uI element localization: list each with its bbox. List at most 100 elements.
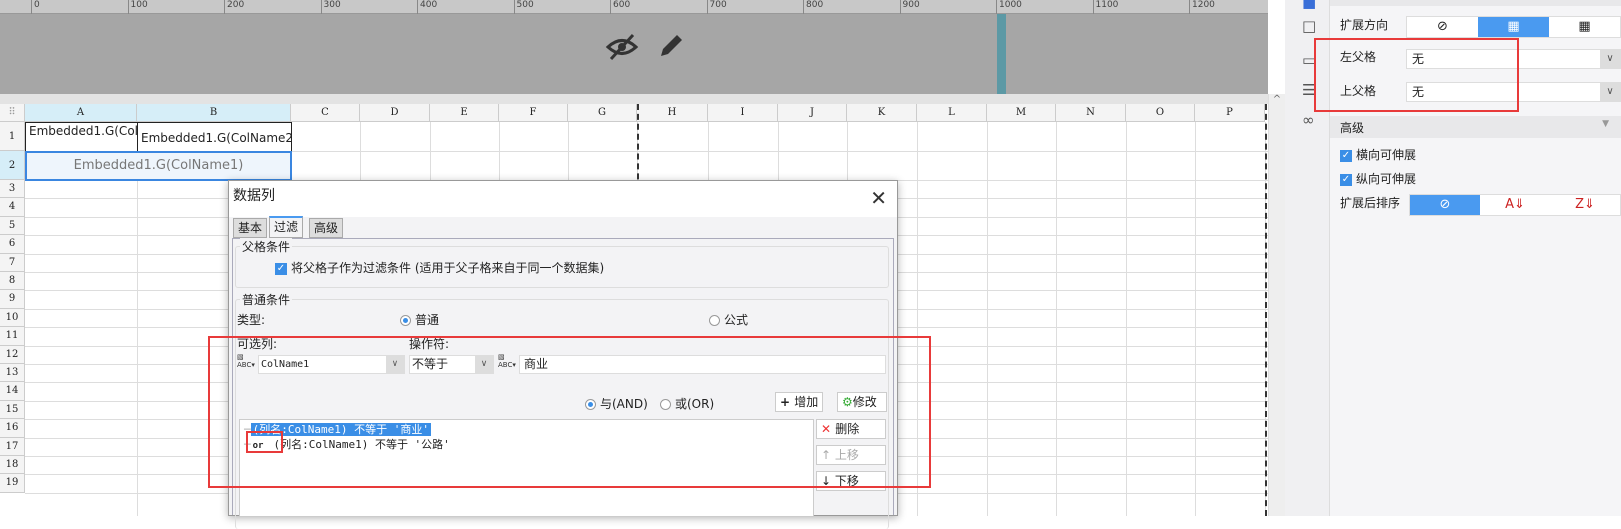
chevron-down-icon: ∨ bbox=[1600, 50, 1620, 68]
row-header-13[interactable]: 13 bbox=[0, 364, 25, 383]
edit-pencil-icon[interactable] bbox=[657, 30, 685, 60]
ruler-tick: 900 bbox=[899, 0, 920, 14]
row-header-12[interactable]: 12 bbox=[0, 345, 25, 364]
advanced-section-header[interactable]: 高级 ▼ bbox=[1330, 116, 1621, 138]
row-header-9[interactable]: 9 bbox=[0, 290, 25, 309]
sort-descending-icon[interactable]: Z⇓ bbox=[1550, 195, 1620, 215]
type-normal-radio[interactable]: 普通 bbox=[400, 311, 439, 328]
no-sort-icon[interactable]: ⊘ bbox=[1410, 195, 1480, 215]
no-expand-icon[interactable]: ⊘ bbox=[1407, 17, 1478, 37]
ruler-tick: 400 bbox=[417, 0, 437, 14]
row-header-18[interactable]: 18 bbox=[0, 456, 25, 475]
column-header-G[interactable]: G bbox=[568, 104, 637, 122]
horizontal-expand-icon[interactable]: ▦ bbox=[1549, 17, 1620, 37]
type-label: 类型: bbox=[237, 313, 266, 327]
radio-selected-icon bbox=[400, 315, 411, 326]
row-header-17[interactable]: 17 bbox=[0, 437, 25, 456]
vertical-scrollbar[interactable]: ^ bbox=[1268, 94, 1285, 516]
type-normal-label: 普通 bbox=[415, 313, 440, 327]
ruler-tick: 1200 bbox=[1189, 0, 1215, 14]
cell-B1[interactable]: Embedded1.G(ColName2) bbox=[137, 122, 292, 152]
column-header-N[interactable]: N bbox=[1056, 104, 1126, 122]
hyperlink-icon[interactable]: ∞ bbox=[1302, 112, 1318, 128]
row-header-6[interactable]: 6 bbox=[0, 235, 25, 254]
column-header-E[interactable]: E bbox=[430, 104, 499, 122]
cell-A2[interactable]: Embedded1.G(ColName1) bbox=[25, 151, 292, 181]
parent-condition-group: 父格条件 ✓ 将父格子作为过滤条件 (适用于父子格来自于同一个数据集) bbox=[235, 238, 889, 288]
type-formula-radio[interactable]: 公式 bbox=[709, 311, 748, 328]
report-header-area bbox=[0, 14, 1268, 94]
row-header-8[interactable]: 8 bbox=[0, 272, 25, 291]
horizontal-expand-label: 横向可伸展 bbox=[1356, 148, 1417, 162]
chevron-down-icon: ∨ bbox=[1600, 83, 1620, 101]
row-header-16[interactable]: 16 bbox=[0, 419, 25, 438]
tab-basic[interactable]: 基本 bbox=[233, 218, 268, 238]
sort-selector[interactable]: ⊘ A⇓ Z⇓ bbox=[1409, 194, 1621, 216]
expand-direction-selector[interactable]: ⊘ ▦ ▦ bbox=[1406, 16, 1621, 38]
row-header-5[interactable]: 5 bbox=[0, 216, 25, 236]
row-header-10[interactable]: 10 bbox=[0, 308, 25, 328]
row-header-15[interactable]: 15 bbox=[0, 400, 25, 420]
column-header-O[interactable]: O bbox=[1126, 104, 1195, 122]
page-boundary-marker bbox=[997, 14, 1006, 94]
checkbox-checked-icon: ✓ bbox=[1340, 149, 1352, 162]
cell-A1[interactable]: Embedded1.G(ColName1) bbox=[25, 122, 138, 152]
column-header-C[interactable]: C bbox=[291, 104, 360, 122]
ruler-tick: 700 bbox=[706, 0, 727, 14]
row-header-14[interactable]: 14 bbox=[0, 382, 25, 401]
ruler-tick: 100 bbox=[127, 0, 148, 14]
dialog-title-bar: 数据列 ✕ bbox=[229, 181, 897, 217]
close-icon[interactable]: ✕ bbox=[870, 183, 887, 213]
cell-attribute-icon[interactable]: ■ bbox=[1302, 0, 1318, 10]
sort-after-expand-label: 扩展后排序 bbox=[1340, 196, 1401, 210]
row-header-2[interactable]: 2 bbox=[0, 151, 25, 180]
row-header-4[interactable]: 4 bbox=[0, 198, 25, 217]
column-header-H[interactable]: H bbox=[637, 104, 708, 122]
sheet-gap bbox=[0, 94, 1268, 104]
highlight-box bbox=[208, 336, 931, 488]
ruler-tick: 800 bbox=[803, 0, 823, 14]
column-header-J[interactable]: J bbox=[778, 104, 847, 122]
column-header-F[interactable]: F bbox=[499, 104, 568, 122]
tab-filter[interactable]: 过滤 bbox=[269, 216, 304, 238]
checkbox-checked-icon: ✓ bbox=[1340, 173, 1352, 186]
row-header-19[interactable]: 19 bbox=[0, 474, 25, 493]
parent-filter-label: 将父格子作为过滤条件 (适用于父子格来自于同一个数据集) bbox=[291, 261, 605, 275]
column-header-B[interactable]: B bbox=[137, 104, 291, 122]
select-all-corner[interactable]: ⠿ bbox=[0, 104, 25, 122]
ruler-tick: 500 bbox=[513, 0, 534, 14]
collapse-triangle-icon: ▼ bbox=[1602, 119, 1609, 129]
ruler-tick: 1000 bbox=[996, 0, 1022, 14]
checkbox-checked-icon: ✓ bbox=[275, 262, 287, 275]
page-break-line bbox=[1265, 104, 1267, 516]
ruler-tick: 200 bbox=[224, 0, 244, 14]
radio-icon bbox=[709, 315, 720, 326]
column-header-P[interactable]: P bbox=[1195, 104, 1265, 122]
style-icon[interactable]: □ bbox=[1302, 18, 1318, 34]
normal-condition-title: 普通条件 bbox=[240, 291, 293, 308]
horizontal-expand-checkbox[interactable]: ✓ 横向可伸展 bbox=[1340, 146, 1416, 163]
hide-eye-icon[interactable] bbox=[605, 32, 639, 62]
sort-ascending-icon[interactable]: A⇓ bbox=[1480, 195, 1550, 215]
ruler-tick: 600 bbox=[610, 0, 630, 14]
column-header-I[interactable]: I bbox=[708, 104, 778, 122]
tab-advanced[interactable]: 高级 bbox=[309, 218, 344, 238]
parent-filter-checkbox[interactable]: ✓ 将父格子作为过滤条件 (适用于父子格来自于同一个数据集) bbox=[275, 259, 604, 276]
row-header-7[interactable]: 7 bbox=[0, 253, 25, 272]
column-header-M[interactable]: M bbox=[987, 104, 1056, 122]
row-header-11[interactable]: 11 bbox=[0, 327, 25, 346]
highlight-box bbox=[246, 431, 283, 453]
row-header-3[interactable]: 3 bbox=[0, 180, 25, 199]
vertical-expand-checkbox[interactable]: ✓ 纵向可伸展 bbox=[1340, 170, 1416, 187]
column-header-A[interactable]: A bbox=[25, 104, 137, 122]
row-header-1[interactable]: 1 bbox=[0, 122, 25, 151]
highlight-box bbox=[1314, 38, 1519, 112]
vertical-expand-icon[interactable]: ▦ bbox=[1478, 17, 1549, 37]
expand-direction-label: 扩展方向 bbox=[1340, 18, 1389, 32]
column-header-K[interactable]: K bbox=[847, 104, 917, 122]
dialog-title: 数据列 bbox=[233, 188, 275, 204]
column-header-D[interactable]: D bbox=[360, 104, 430, 122]
advanced-label: 高级 bbox=[1340, 121, 1365, 135]
parent-condition-title: 父格条件 bbox=[240, 238, 293, 255]
column-header-L[interactable]: L bbox=[917, 104, 987, 122]
